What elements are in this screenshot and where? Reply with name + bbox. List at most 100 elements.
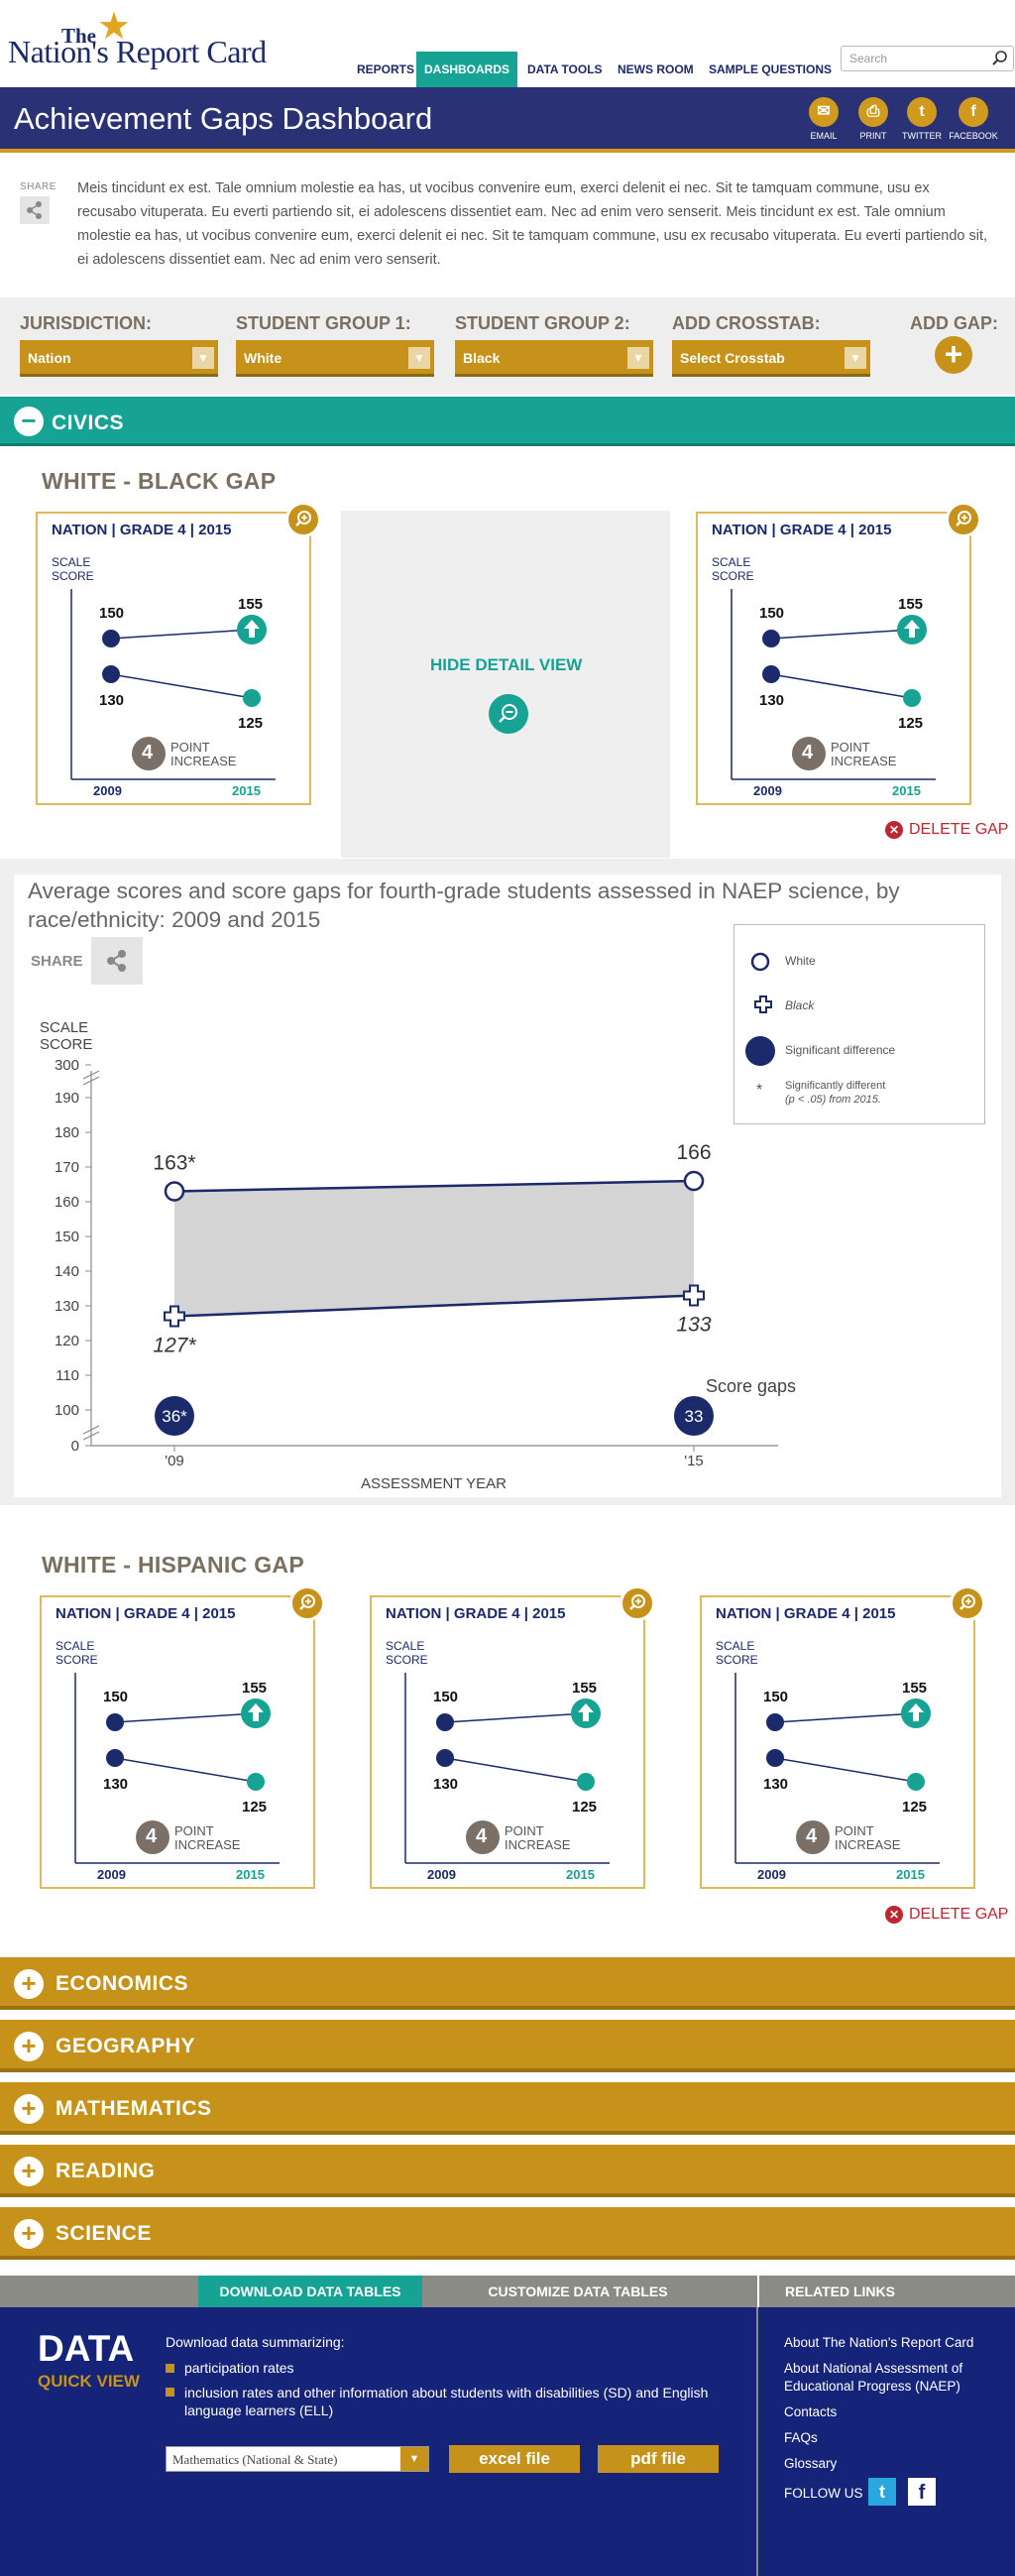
tab-related-links: RELATED LINKS [757, 2276, 1015, 2307]
section-reading[interactable]: + READING [0, 2145, 1015, 2197]
twitter-icon[interactable]: t [868, 2478, 896, 2506]
zoom-in-button[interactable] [950, 1585, 985, 1621]
chart-share-button[interactable] [91, 937, 143, 985]
facebook-button[interactable]: f FACEBOOK [949, 97, 998, 141]
gap-summary-card[interactable]: NATION | GRADE 4 | 2015 SCALE SCORE 150 155 1… [370, 1585, 655, 1889]
page-title: Achievement Gaps Dashboard [14, 101, 433, 136]
bullet-icon [166, 2388, 174, 2397]
point-2009-upper [436, 1713, 454, 1731]
nav-sample-questions[interactable]: SAMPLE QUESTIONS [709, 52, 832, 87]
add-gap-button[interactable]: + [935, 336, 972, 374]
section-geography[interactable]: + GEOGRAPHY [0, 2020, 1015, 2072]
tab-customize-data-tables[interactable]: CUSTOMIZE DATA TABLES [434, 2276, 722, 2307]
section-science[interactable]: + SCIENCE [0, 2207, 1015, 2260]
addgap-label: ADD GAP: [910, 313, 998, 333]
zoom-in-button[interactable] [620, 1585, 655, 1621]
civics-section-header[interactable]: − CIVICS [0, 397, 1015, 446]
gap-summary-card[interactable]: NATION | GRADE 4 | 2015 SCALE SCORE 150 155 1… [40, 1585, 325, 1889]
section-mathematics[interactable]: + MATHEMATICS [0, 2082, 1015, 2135]
nav-dashboards[interactable]: DASHBOARDS [416, 52, 518, 87]
delete-gap-button[interactable]: ✕ DELETE GAP [885, 821, 1008, 839]
download-intro: Download data summarizing: [166, 2334, 345, 2350]
y-tick-label: 0 [71, 1438, 79, 1455]
share-button[interactable] [20, 196, 50, 224]
white-2009-label: 163* [153, 1152, 195, 1175]
zoom-in-icon [295, 511, 311, 527]
chevron-down-icon: ▼ [400, 2447, 428, 2471]
search-icon[interactable] [991, 50, 1009, 67]
crosstab-select[interactable]: Select Crosstab ▼ [672, 340, 870, 377]
y-tick-label: 170 [55, 1159, 79, 1176]
link-about-report-card[interactable]: About The Nation's Report Card [784, 2334, 992, 2352]
gap-summary-card[interactable]: NATION | GRADE 4 | 2015 SCALE SCORE 150 155 1… [700, 1585, 985, 1889]
jurisdiction-label: JURISDICTION: [20, 313, 153, 333]
footer-divider [756, 2307, 758, 2576]
y-tick-label: 160 [55, 1194, 79, 1211]
facebook-icon[interactable]: f [908, 2478, 936, 2506]
related-links-list: About The Nation's Report Card About Nat… [784, 2334, 992, 2473]
link-contacts[interactable]: Contacts [784, 2403, 992, 2421]
legend-white-label: White [785, 954, 816, 968]
excel-file-button[interactable]: excel file [449, 2445, 580, 2473]
chart-ylabel: SCALE SCORE [40, 1019, 93, 1053]
point-2009-lower [102, 665, 120, 683]
twitter-button[interactable]: t TWITTER [902, 97, 942, 141]
gap-summary-card[interactable]: NATION | GRADE 4 | 2015 SCALE SCORE 150 155 1… [36, 502, 321, 805]
email-button[interactable]: ✉ EMAIL [807, 97, 841, 141]
bullet-participation: participation rates [166, 2360, 294, 2376]
zoom-in-button[interactable] [946, 502, 981, 537]
legend-sig2-a: Significantly different [785, 1080, 886, 1092]
tab-download-data-tables[interactable]: DOWNLOAD DATA TABLES [198, 2276, 422, 2307]
black-2015-label: 133 [676, 1314, 711, 1337]
zoom-out-icon [499, 704, 517, 723]
site-logo[interactable]: Nation's Report Card [8, 34, 267, 70]
legend-white-marker [750, 952, 770, 972]
jurisdiction-select[interactable]: Nation ▼ [20, 340, 218, 377]
y-tick-label: 150 [55, 1229, 79, 1245]
delete-gap-button-2[interactable]: ✕ DELETE GAP [885, 1906, 1008, 1924]
pdf-file-button[interactable]: pdf file [598, 2445, 719, 2473]
chevron-down-icon: ▼ [627, 347, 649, 369]
follow-us-label: FOLLOW US [784, 2486, 863, 2501]
point-2015-lower [903, 689, 921, 707]
chevron-down-icon: ▼ [192, 347, 214, 369]
hide-detail-button[interactable] [489, 694, 528, 734]
collapse-icon: − [14, 407, 44, 436]
zoom-in-button[interactable] [289, 1585, 325, 1621]
y-tick-label: 100 [55, 1402, 79, 1419]
chart-xlabel: ASSESSMENT YEAR [361, 1475, 507, 1492]
group2-select[interactable]: Black ▼ [455, 340, 653, 377]
nav-data-tools[interactable]: DATA TOOLS [527, 52, 603, 87]
legend-black-marker [754, 995, 772, 1013]
x-tick-label: '09 [165, 1453, 184, 1467]
point-2009-upper [106, 1713, 124, 1731]
intro-text: Meis tincidunt ex est. Tale omnium moles… [77, 180, 988, 268]
section-economics[interactable]: + ECONOMICS [0, 1957, 1015, 2010]
point-2009-lower [106, 1749, 124, 1767]
quick-view-heading: QUICK VIEW [38, 2372, 140, 2391]
bullet-inclusion: inclusion rates and other information ab… [166, 2384, 721, 2419]
nav-news-room[interactable]: NEWS ROOM [618, 52, 694, 87]
print-button[interactable]: ⎙ PRINT [856, 97, 890, 141]
y-tick-label: 130 [55, 1298, 79, 1315]
gap-title-white-black: WHITE - BLACK GAP [42, 468, 277, 494]
score-gap-value: 36* [162, 1407, 187, 1426]
nav-reports[interactable]: REPORTS [357, 52, 414, 87]
hide-detail-panel [341, 511, 670, 858]
gap-summary-card[interactable]: NATION | GRADE 4 | 2015 SCALE SCORE 150 155 1… [696, 502, 981, 805]
black-2009-label: 127* [153, 1335, 196, 1357]
data-table-select[interactable]: Mathematics (National & State) ▼ [166, 2446, 429, 2472]
group1-select[interactable]: White ▼ [236, 340, 434, 377]
legend-sig2-b: (p < .05) from 2015. [785, 1094, 881, 1106]
point-2009-lower [436, 1749, 454, 1767]
search-input[interactable]: Search [841, 46, 1014, 71]
close-icon: ✕ [885, 1906, 903, 1924]
hide-detail-link[interactable]: HIDE DETAIL VIEW [430, 655, 582, 675]
link-faqs[interactable]: FAQs [784, 2429, 992, 2447]
share-icon [107, 950, 126, 972]
crosstab-label: ADD CROSSTAB: [672, 313, 821, 333]
link-about-naep[interactable]: About National Assessment of Educational… [784, 2360, 992, 2396]
zoom-in-button[interactable] [285, 502, 321, 537]
link-glossary[interactable]: Glossary [784, 2455, 992, 2473]
y-tick-label: 140 [55, 1263, 79, 1280]
